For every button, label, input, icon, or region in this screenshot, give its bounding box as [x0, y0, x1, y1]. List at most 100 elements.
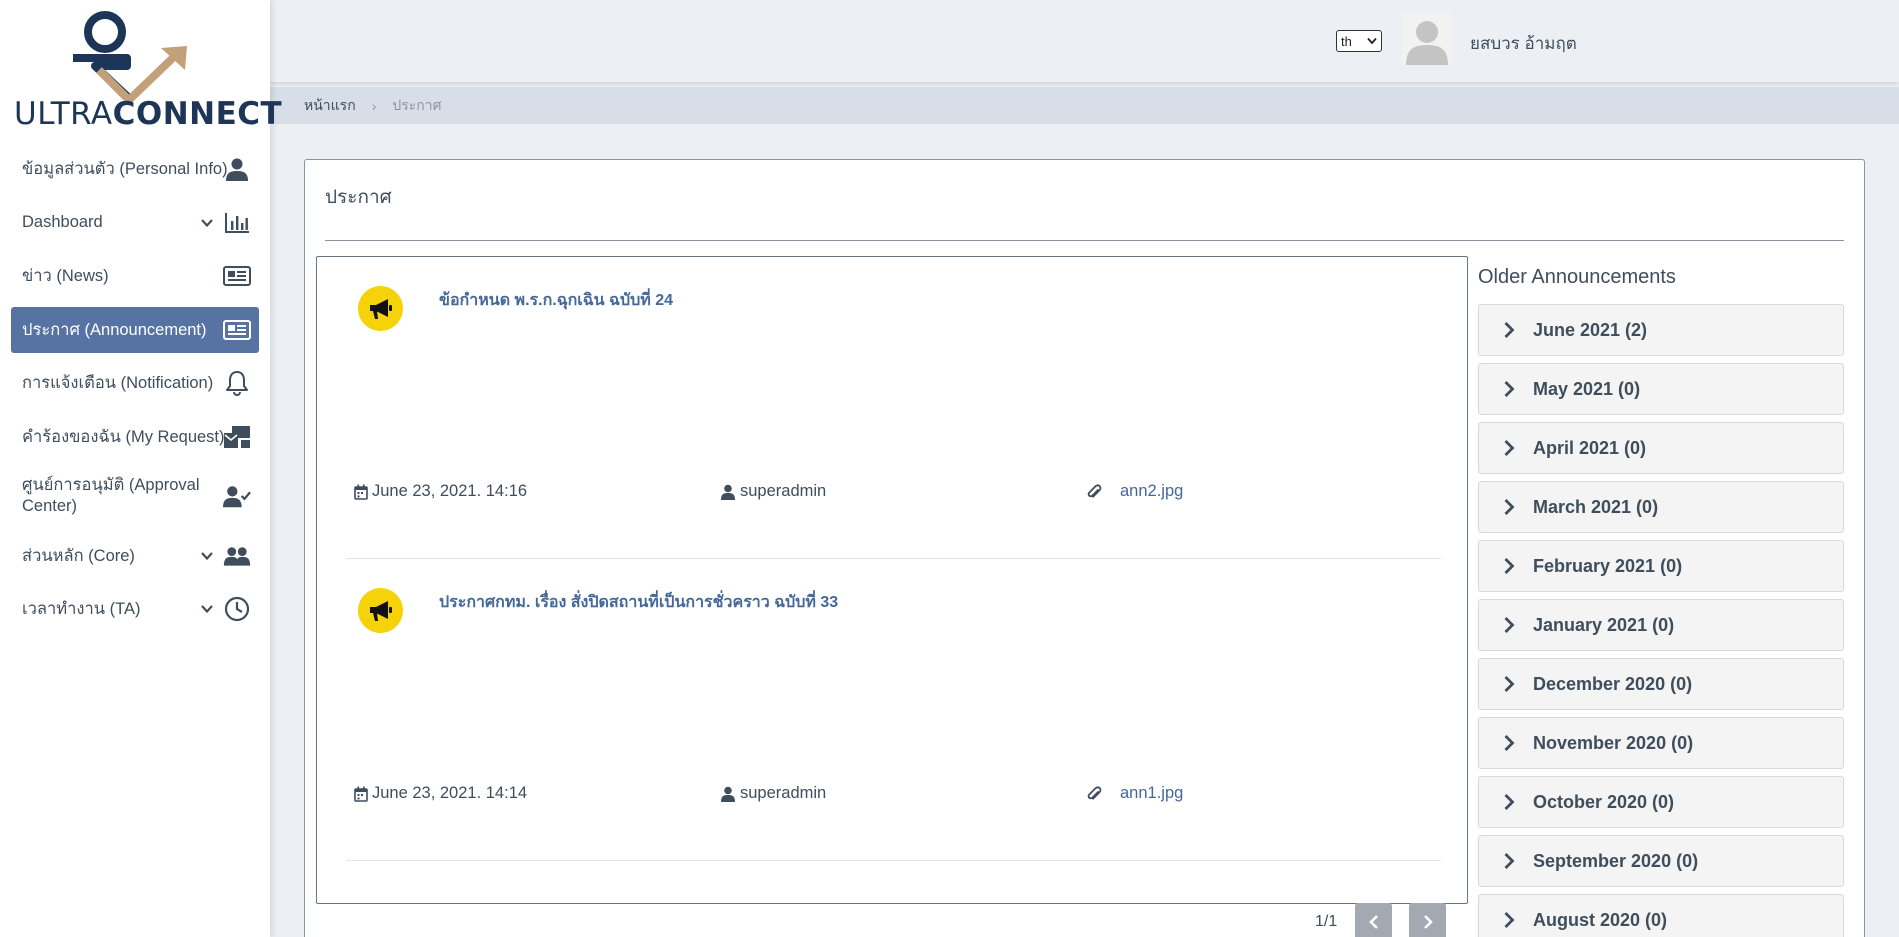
- older-announcements-title: Older Announcements: [1478, 266, 1676, 288]
- sidebar-item-news[interactable]: ข่าว (News): [11, 253, 259, 299]
- month-accordion-item[interactable]: August 2020 (0): [1478, 894, 1844, 937]
- page-count: 1/1: [1315, 912, 1338, 930]
- logo-mark-icon: [73, 11, 187, 104]
- month-label: November 2020 (0): [1533, 732, 1694, 753]
- newspaper-icon: [223, 263, 251, 289]
- user-name[interactable]: ยสบวร อ้ามฤต: [1470, 30, 1577, 57]
- month-label: February 2021 (0): [1533, 555, 1683, 576]
- sidebar-item-label: ประกาศ (Announcement): [22, 320, 207, 339]
- month-label: December 2020 (0): [1533, 673, 1693, 694]
- chevron-right-icon: [1423, 914, 1433, 929]
- breadcrumb-separator: ›: [371, 97, 377, 114]
- language-select[interactable]: th: [1336, 30, 1382, 52]
- announcement-author: superadmin: [720, 784, 826, 803]
- month-accordion-item[interactable]: June 2021 (2): [1478, 304, 1844, 356]
- mail-bulk-icon: [223, 424, 251, 450]
- top-bar: [270, 0, 1899, 82]
- chevron-right-icon: [1504, 794, 1515, 810]
- sidebar-item-core[interactable]: ส่วนหลัก (Core): [11, 533, 259, 579]
- sidebar-item-ta[interactable]: เวลาทำงาน (TA): [11, 586, 259, 632]
- month-list: June 2021 (2) May 2021 (0) April 2021 (0) M…: [1478, 304, 1844, 937]
- announcement-list: ข้อกำหนด พ.ร.ก.ฉุกเฉิน ฉบับที่ 24 June 2…: [316, 256, 1468, 904]
- chevron-right-icon: [1504, 322, 1515, 338]
- attachment-link[interactable]: ann2.jpg: [1120, 482, 1183, 501]
- chevron-right-icon: [1504, 381, 1515, 397]
- announcement-date-text: June 23, 2021. 14:16: [372, 482, 528, 500]
- month-accordion-item[interactable]: September 2020 (0): [1478, 835, 1844, 887]
- chevron-left-icon: [1368, 914, 1378, 929]
- sidebar-item-announcement[interactable]: ประกาศ (Announcement): [11, 306, 259, 353]
- megaphone-icon: [358, 286, 403, 331]
- chevron-right-icon: [1504, 853, 1515, 869]
- user-check-icon: [223, 483, 251, 509]
- chevron-right-icon: [1504, 912, 1515, 928]
- month-accordion-item[interactable]: March 2021 (0): [1478, 481, 1844, 533]
- breadcrumb: หน้าแรก › ประกาศ: [270, 87, 1899, 124]
- month-accordion-item[interactable]: January 2021 (0): [1478, 599, 1844, 651]
- announcement-card: ประกาศ ข้อกำหนด พ.ร.ก.ฉุกเฉิน ฉบับที่ 24…: [304, 159, 1865, 937]
- month-label: April 2021 (0): [1533, 437, 1647, 458]
- brand-name: ULTRACONNECT: [14, 96, 282, 132]
- announcement-attachment: ann2.jpg: [1086, 482, 1183, 501]
- month-accordion-item[interactable]: December 2020 (0): [1478, 658, 1844, 710]
- sidebar-item-personal-info[interactable]: ข้อมูลส่วนตัว (Personal Info): [11, 146, 259, 192]
- announcement-title-link[interactable]: ข้อกำหนด พ.ร.ก.ฉุกเฉิน ฉบับที่ 24: [439, 288, 673, 313]
- title-divider: [325, 240, 1844, 241]
- announcement-author-text: superadmin: [740, 482, 827, 500]
- announcement-title-link[interactable]: ประกาศกทม. เรื่อง สั่งปิดสถานที่เป็นการช…: [439, 590, 838, 615]
- month-accordion-item[interactable]: October 2020 (0): [1478, 776, 1844, 828]
- chevron-down-icon: [201, 551, 213, 560]
- list-item: ข้อกำหนด พ.ร.ก.ฉุกเฉิน ฉบับที่ 24 June 2…: [346, 257, 1441, 559]
- users-icon: [223, 543, 251, 569]
- paperclip-icon: [1087, 483, 1102, 498]
- sidebar-item-my-request[interactable]: คำร้องของฉัน (My Request): [11, 414, 259, 460]
- announcement-attachment: ann1.jpg: [1086, 784, 1183, 803]
- chevron-down-icon: [1367, 37, 1377, 45]
- previous-page-button[interactable]: [1355, 903, 1393, 937]
- chevron-right-icon: [1504, 735, 1515, 751]
- clock-icon: [223, 596, 251, 622]
- chevron-right-icon: [1504, 676, 1515, 692]
- chevron-right-icon: [1504, 499, 1515, 515]
- bell-icon: [223, 370, 251, 396]
- announcement-date: June 23, 2021. 14:14: [354, 784, 527, 803]
- month-accordion-item[interactable]: April 2021 (0): [1478, 422, 1844, 474]
- next-page-button[interactable]: [1409, 903, 1447, 937]
- pagination: 1/1: [1315, 903, 1463, 937]
- newspaper-icon: [223, 317, 251, 343]
- breadcrumb-current: ประกาศ: [392, 96, 442, 113]
- brand-logo[interactable]: ULTRACONNECT: [14, 8, 282, 132]
- month-accordion-item[interactable]: November 2020 (0): [1478, 717, 1844, 769]
- month-label: May 2021 (0): [1533, 378, 1641, 399]
- month-accordion-item[interactable]: February 2021 (0): [1478, 540, 1844, 592]
- sidebar: ULTRACONNECT ข้อมูลส่วนตัว (Personal Inf…: [0, 0, 282, 937]
- user-icon: [721, 786, 735, 802]
- attachment-link[interactable]: ann1.jpg: [1120, 784, 1183, 803]
- language-select-value: th: [1341, 33, 1352, 49]
- sidebar-item-label: ข้อมูลส่วนตัว (Personal Info): [22, 160, 228, 178]
- sidebar-item-label: Dashboard: [22, 213, 103, 231]
- calendar-icon: [354, 786, 368, 802]
- month-label: August 2020 (0): [1533, 909, 1668, 930]
- calendar-icon: [354, 484, 368, 500]
- sidebar-item-label: คำร้องของฉัน (My Request): [22, 427, 225, 446]
- announcement-author: superadmin: [720, 482, 826, 501]
- sidebar-item-label: เวลาทำงาน (TA): [22, 600, 141, 618]
- sidebar-item-notification[interactable]: การแจ้งเตือน (Notification): [11, 360, 259, 406]
- list-item: ประกาศกทม. เรื่อง สั่งปิดสถานที่เป็นการช…: [346, 559, 1441, 861]
- month-label: September 2020 (0): [1533, 850, 1699, 871]
- brand-name-part2: CONNECT: [112, 96, 283, 132]
- month-accordion-item[interactable]: May 2021 (0): [1478, 363, 1844, 415]
- announcement-date-text: June 23, 2021. 14:14: [372, 784, 528, 802]
- avatar[interactable]: [1402, 13, 1452, 65]
- sidebar-item-dashboard[interactable]: Dashboard: [11, 200, 259, 246]
- breadcrumb-home-link[interactable]: หน้าแรก: [304, 95, 356, 117]
- user-avatar-icon: [1406, 21, 1448, 65]
- user-icon: [721, 484, 735, 500]
- sidebar-item-label: ศูนย์การอนุมัติ (Approval Center): [22, 476, 200, 515]
- sidebar-item-label: การแจ้งเตือน (Notification): [22, 374, 214, 392]
- announcement-author-text: superadmin: [740, 784, 827, 802]
- sidebar-item-label: ส่วนหลัก (Core): [22, 546, 135, 565]
- chevron-right-icon: [1504, 440, 1515, 456]
- sidebar-item-approval-center[interactable]: ศูนย์การอนุมัติ (Approval Center): [11, 467, 259, 525]
